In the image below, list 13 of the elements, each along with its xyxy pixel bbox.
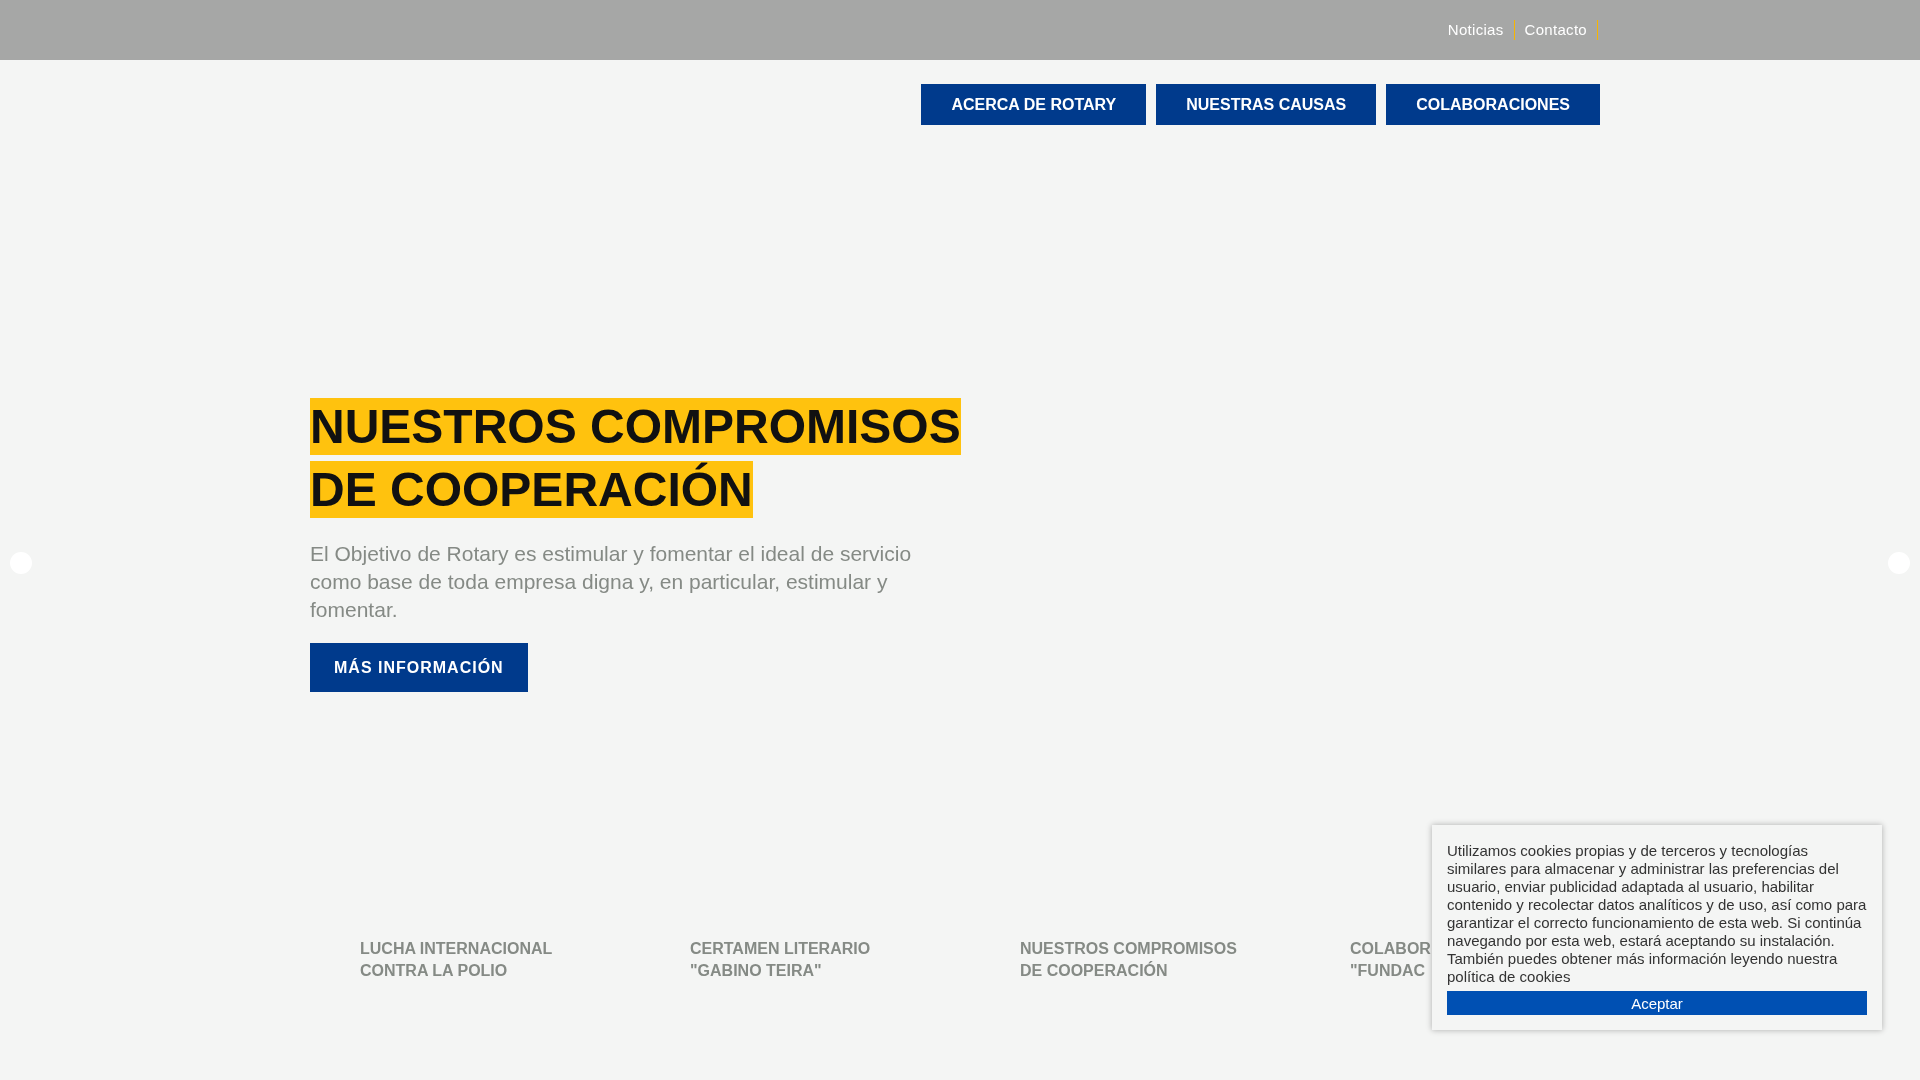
top-link[interactable]: Noticias bbox=[1437, 20, 1515, 40]
slide-tab-label[interactable]: LUCHA INTERNACIONAL CONTRA LA POLIO bbox=[360, 938, 553, 982]
cookie-text: Utilizamos cookies propias y de terceros y tecnologías similares para almacenar y administrar las preferencias del usuario, enviar publicidad adaptada al usuario, habilitar contenido y recolectar datos analíticos y de uso, así como para garantizar el correcto funcionamiento de esta web. Si continúa navegando por esta web, estará aceptando su instalación. También puedes obtener más información leyendo nuestra política de cookies bbox=[1447, 842, 1867, 986]
slide-tab-label[interactable]: COLABOR "FUNDAC bbox=[1350, 938, 1431, 982]
more-info-button[interactable]: MÁS INFORMACIÓN bbox=[310, 643, 528, 692]
top-link[interactable]: Contacto bbox=[1514, 20, 1598, 40]
slide-tab-label[interactable]: CERTAMEN LITERARIO "GABINO TEIRA" bbox=[690, 938, 871, 982]
slide-text: El Objetivo de Rotary es estimular y fomentar el ideal de servicio como base de toda empresa digna y, en particular, estimular y fomentar. bbox=[310, 541, 913, 623]
nav-button[interactable]: ACERCA DE ROTARY bbox=[921, 84, 1147, 125]
nav-button[interactable]: COLABORACIONES bbox=[1386, 84, 1600, 125]
accept-button[interactable]: Aceptar bbox=[1447, 991, 1867, 1015]
slide-tab-label[interactable]: NUESTROS COMPROMISOS DE COOPERACIÓN bbox=[1020, 938, 1237, 982]
nav-button[interactable]: NUESTRAS CAUSAS bbox=[1156, 84, 1377, 125]
